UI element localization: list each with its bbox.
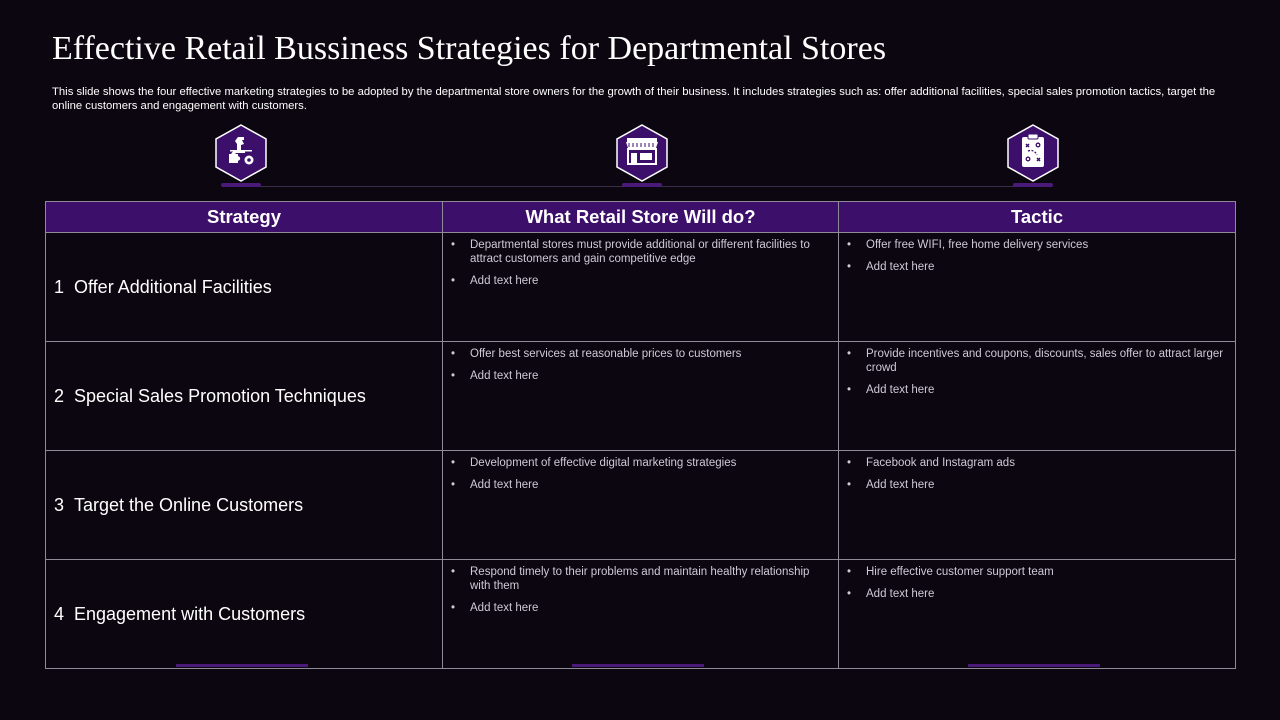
strategy-table: Strategy What Retail Store Will do? Tact… <box>45 201 1236 669</box>
table-header-row: Strategy What Retail Store Will do? Tact… <box>45 201 1236 233</box>
list-item: Add text here <box>847 383 1227 397</box>
table-row: 4 Engagement with Customers Respond timel… <box>45 559 1236 669</box>
strategy-cell: 4 Engagement with Customers <box>45 559 443 669</box>
icon-base-bar <box>221 183 261 187</box>
list-item: Add text here <box>451 478 830 492</box>
list-item: Add text here <box>451 601 830 615</box>
column-header-tactic: Tactic <box>838 201 1236 233</box>
column-header-will-do: What Retail Store Will do? <box>442 201 839 233</box>
row-number: 4 <box>54 603 65 624</box>
strategy-name: Special Sales Promotion Techniques <box>74 385 366 406</box>
will-do-cell: Offer best services at reasonable prices… <box>442 341 839 451</box>
table-row: 1 Offer Additional Facilities Departmenta… <box>45 232 1236 342</box>
strategy-cell: 2 Special Sales Promotion Techniques <box>45 341 443 451</box>
table-row: 2 Special Sales Promotion Techniques Offe… <box>45 341 1236 451</box>
strategy-cell: 1 Offer Additional Facilities <box>45 232 443 342</box>
strategy-cell: 3 Target the Online Customers <box>45 450 443 560</box>
list-item: Departmental stores must provide additio… <box>451 238 830 266</box>
list-item: Add text here <box>451 369 830 383</box>
page-description: This slide shows the four effective mark… <box>52 86 1216 112</box>
tactic-cell: Facebook and Instagram ads Add text here <box>838 450 1236 560</box>
list-item: Add text here <box>847 587 1227 601</box>
page-title: Effective Retail Bussiness Strategies fo… <box>52 30 887 67</box>
icon-base-bar <box>622 183 662 187</box>
bottom-accent-bar <box>572 664 704 667</box>
list-item: Respond timely to their problems and mai… <box>451 565 830 593</box>
tactic-cell: Hire effective customer support team Add… <box>838 559 1236 669</box>
list-item: Add text here <box>847 478 1227 492</box>
table-row: 3 Target the Online Customers Development… <box>45 450 1236 560</box>
will-do-cell: Departmental stores must provide additio… <box>442 232 839 342</box>
list-item: Development of effective digital marketi… <box>451 456 830 470</box>
list-item: Provide incentives and coupons, discount… <box>847 347 1227 375</box>
list-item: Offer best services at reasonable prices… <box>451 347 830 361</box>
strategy-name: Engagement with Customers <box>74 603 306 624</box>
list-item: Add text here <box>847 260 1227 274</box>
strategy-name: Offer Additional Facilities <box>74 276 272 297</box>
list-item: Facebook and Instagram ads <box>847 456 1227 470</box>
tactic-cell: Offer free WIFI, free home delivery serv… <box>838 232 1236 342</box>
list-item: Offer free WIFI, free home delivery serv… <box>847 238 1227 252</box>
will-do-cell: Respond timely to their problems and mai… <box>442 559 839 669</box>
tactics-clipboard-icon <box>1006 124 1060 182</box>
bottom-accent-bar <box>176 664 308 667</box>
list-item: Add text here <box>451 274 830 288</box>
column-header-strategy: Strategy <box>45 201 443 233</box>
storefront-icon <box>615 124 669 182</box>
row-number: 1 <box>54 276 65 297</box>
icon-base-bar <box>1013 183 1053 187</box>
bottom-accent-bar <box>968 664 1100 667</box>
tactic-cell: Provide incentives and coupons, discount… <box>838 341 1236 451</box>
will-do-cell: Development of effective digital marketi… <box>442 450 839 560</box>
strategy-name: Target the Online Customers <box>74 494 304 515</box>
chess-strategy-icon <box>214 124 268 182</box>
list-item: Hire effective customer support team <box>847 565 1227 579</box>
row-number: 2 <box>54 385 65 406</box>
row-number: 3 <box>54 494 65 515</box>
